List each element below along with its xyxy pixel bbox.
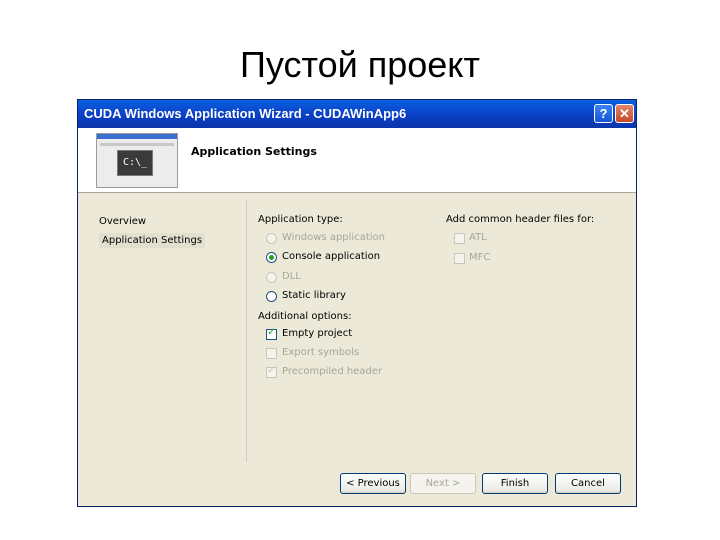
export-symbols-checkbox[interactable] bbox=[266, 348, 277, 359]
help-button[interactable]: ? bbox=[594, 104, 613, 123]
help-icon: ? bbox=[599, 106, 608, 121]
slide-title: Пустой проект bbox=[240, 44, 480, 85]
nav-overview-link[interactable]: Overview bbox=[99, 216, 146, 227]
empty-project-label: Empty project bbox=[282, 328, 353, 339]
dll-radio[interactable] bbox=[266, 272, 277, 283]
next-button[interactable]: Next > bbox=[410, 473, 476, 494]
finish-button[interactable]: Finish bbox=[482, 473, 548, 494]
mfc-checkbox[interactable] bbox=[454, 253, 465, 264]
window-title: CUDA Windows Application Wizard - CUDAWi… bbox=[84, 106, 407, 121]
close-button[interactable]: ✕ bbox=[615, 104, 634, 123]
console-application-label: Console application bbox=[282, 251, 381, 262]
precompiled-header-checkbox[interactable]: ✓ bbox=[266, 365, 277, 378]
static-library-radio[interactable] bbox=[266, 291, 277, 302]
console-application-radio[interactable] bbox=[266, 252, 277, 263]
cancel-button[interactable]: Cancel bbox=[555, 473, 621, 494]
atl-label: ATL bbox=[469, 232, 487, 243]
nav-application-settings-link[interactable]: Application Settings bbox=[99, 233, 206, 248]
application-type-heading: Application type: bbox=[258, 214, 343, 225]
windows-application-label: Windows application bbox=[282, 232, 385, 243]
empty-project-checkbox[interactable]: ✓ bbox=[266, 327, 277, 340]
thumbnail-titlebar bbox=[97, 134, 177, 139]
header-files-heading: Add common header files for: bbox=[446, 214, 595, 225]
thumbnail-menubar bbox=[100, 143, 174, 146]
precompiled-header-label: Precompiled header bbox=[282, 366, 383, 377]
mfc-label: MFC bbox=[469, 252, 491, 263]
export-symbols-label: Export symbols bbox=[282, 347, 360, 358]
static-library-label: Static library bbox=[282, 290, 346, 301]
atl-checkbox[interactable] bbox=[454, 233, 465, 244]
settings-panel: Application type: Windows application Co… bbox=[246, 200, 636, 462]
previous-button[interactable]: < Previous bbox=[340, 473, 406, 494]
page-title: Application Settings bbox=[191, 145, 317, 158]
checkmark-icon: ✓ bbox=[267, 365, 276, 376]
close-icon: ✕ bbox=[619, 106, 630, 121]
console-prompt-icon: C:\_ bbox=[117, 150, 153, 176]
additional-options-heading: Additional options: bbox=[258, 311, 352, 322]
windows-application-radio[interactable] bbox=[266, 233, 277, 244]
dll-label: DLL bbox=[282, 271, 301, 282]
wizard-window: CUDA Windows Application Wizard - CUDAWi… bbox=[77, 99, 637, 507]
title-bar[interactable]: CUDA Windows Application Wizard - CUDAWi… bbox=[78, 100, 636, 128]
checkmark-icon: ✓ bbox=[267, 327, 276, 338]
wizard-header: C:\_ Application Settings bbox=[78, 128, 636, 193]
console-app-thumbnail: C:\_ bbox=[96, 133, 178, 188]
